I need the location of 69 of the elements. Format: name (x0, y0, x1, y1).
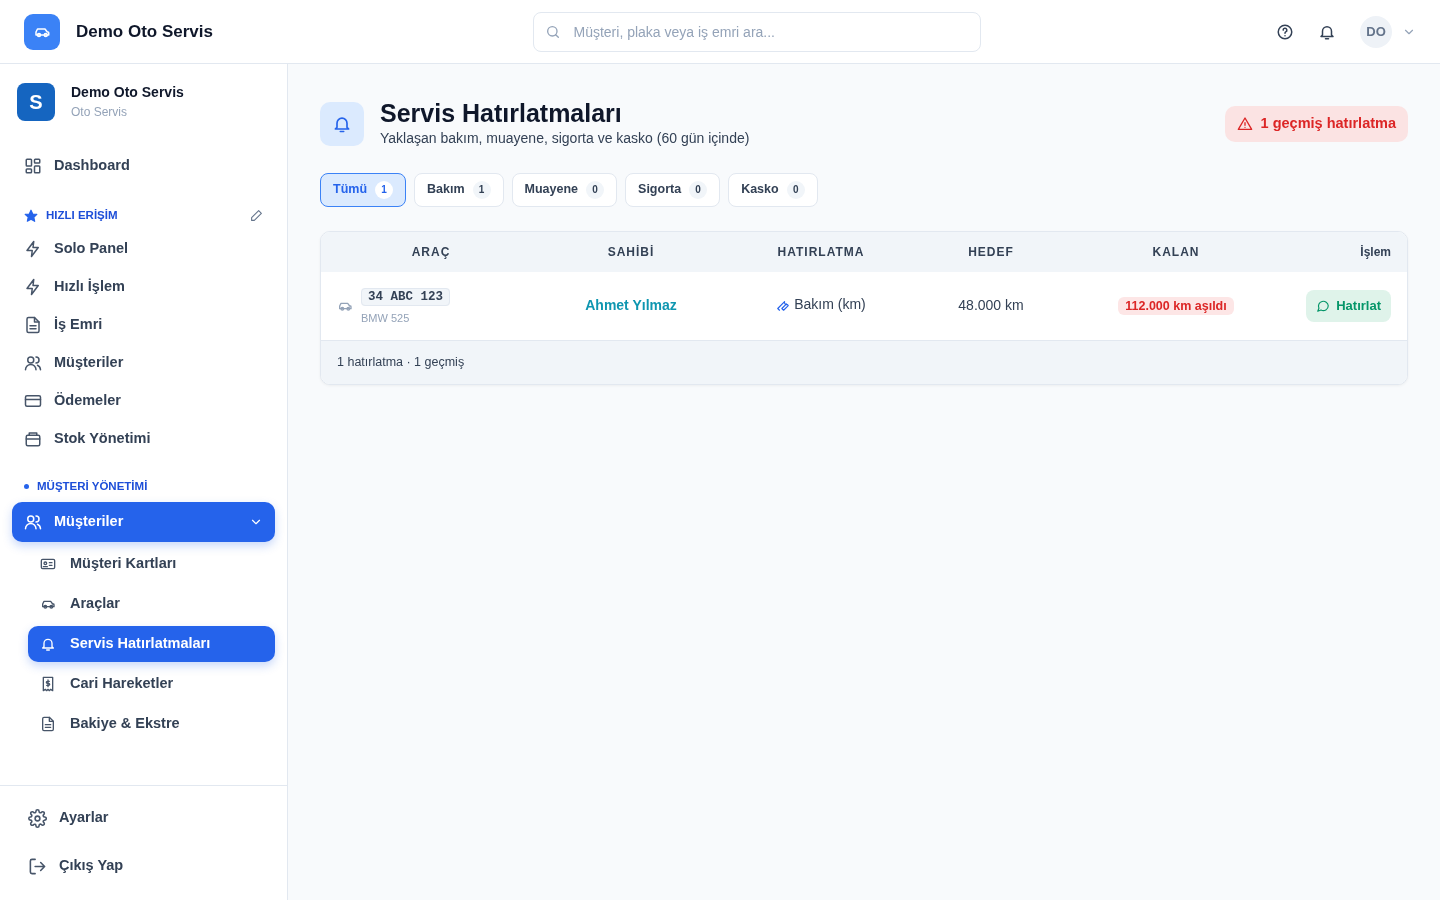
vehicle-model: BMW 525 (361, 311, 411, 327)
nav-item[interactable]: Müşteriler (12, 344, 275, 383)
nav-item[interactable]: Solo Panel (12, 230, 275, 269)
lightning-icon (24, 278, 42, 297)
nav-item[interactable]: Dashboard (12, 145, 275, 187)
nav-item[interactable]: Cari Hareketler (28, 665, 275, 702)
column-header: HATIRLATMA (721, 231, 921, 272)
document-icon (40, 715, 56, 732)
nav-item[interactable]: Servis Hatırlatmaları (28, 625, 275, 662)
org-avatar: S (17, 82, 55, 121)
overdue-alert: 1 geçmiş hatırlatma (1224, 106, 1408, 143)
chat-icon (1316, 298, 1331, 313)
nav-item[interactable]: Bakiye & Ekstre (28, 705, 275, 742)
column-header: SAHİBİ (541, 231, 721, 272)
column-header: HEDEF (921, 231, 1061, 272)
remaining-tag: 112.000 km aşıldı (1118, 297, 1234, 316)
page-title: Servis Hatırlatmaları (380, 100, 623, 128)
target-value: 48.000 km (958, 297, 1024, 314)
users-icon (24, 354, 42, 373)
nav-item[interactable]: Müşteri Kartları (28, 545, 275, 582)
filter-tab[interactable]: Muayene 0 (511, 172, 618, 207)
avatar[interactable]: DO (1360, 15, 1392, 48)
count-badge: 0 (786, 180, 805, 199)
section-title: MÜŞTERİ YÖNETİMİ (37, 479, 149, 495)
document-icon (24, 316, 42, 335)
gear-icon (28, 808, 47, 828)
users-icon (24, 512, 42, 531)
box-icon (24, 430, 42, 449)
filter-tab[interactable]: Kasko 0 (728, 172, 818, 207)
grid-icon (24, 157, 42, 175)
column-header: İşlem (1291, 231, 1407, 272)
nav-item[interactable]: Ayarlar (16, 798, 271, 838)
column-header: ARAÇ (321, 231, 541, 272)
count-badge: 1 (375, 180, 394, 199)
org-name: Demo Oto Servis (71, 83, 184, 102)
nav-item[interactable]: Çıkış Yap (16, 846, 271, 886)
nav-item[interactable]: Stok Yönetimi (12, 420, 275, 459)
filter-tab[interactable]: Bakım 1 (414, 172, 504, 207)
nav-item[interactable]: İş Emri (12, 306, 275, 345)
edit-button[interactable] (250, 209, 263, 223)
nav-item[interactable]: Hızlı İşlem (12, 268, 275, 307)
brand-name: Demo Oto Servis (76, 20, 213, 43)
count-badge: 0 (689, 180, 708, 199)
count-badge: 1 (472, 180, 491, 199)
reminder-type: Bakım (km) (794, 295, 866, 314)
filter-tab[interactable]: Sigorta 0 (625, 172, 721, 207)
star-icon (24, 208, 38, 223)
receipt-icon (40, 675, 56, 692)
pencil-icon (250, 209, 263, 223)
bell-icon (332, 114, 352, 135)
owner-link[interactable]: Ahmet Yılmaz (585, 297, 677, 314)
section-title: HIZLI ERİŞİM (46, 208, 119, 223)
column-header: KALAN (1061, 231, 1291, 272)
nav-item[interactable]: Araçlar (28, 585, 275, 622)
filter-tab[interactable]: Tümü 1 (320, 172, 407, 207)
warning-icon (1236, 116, 1253, 133)
count-badge: 0 (586, 180, 605, 199)
bullet-dot (24, 484, 29, 490)
help-button[interactable] (1276, 22, 1294, 41)
org-subtitle: Oto Servis (71, 104, 128, 121)
logout-icon (28, 856, 47, 876)
nav-item[interactable]: Müşteriler (12, 501, 275, 542)
search-field[interactable]: Müşteri, plaka veya iş emri ara... (532, 11, 981, 52)
lightning-icon (24, 240, 42, 259)
help-icon (1276, 22, 1294, 41)
page-subtitle: Yaklaşan bakım, muayene, sigorta ve kasko (60 gün içinde) (380, 128, 751, 148)
license-plate: 34 ABC 123 (361, 287, 450, 306)
table-summary: 1 hatırlatma · 1 geçmiş (337, 355, 465, 369)
nav-item[interactable]: Ödemeler (12, 382, 275, 421)
